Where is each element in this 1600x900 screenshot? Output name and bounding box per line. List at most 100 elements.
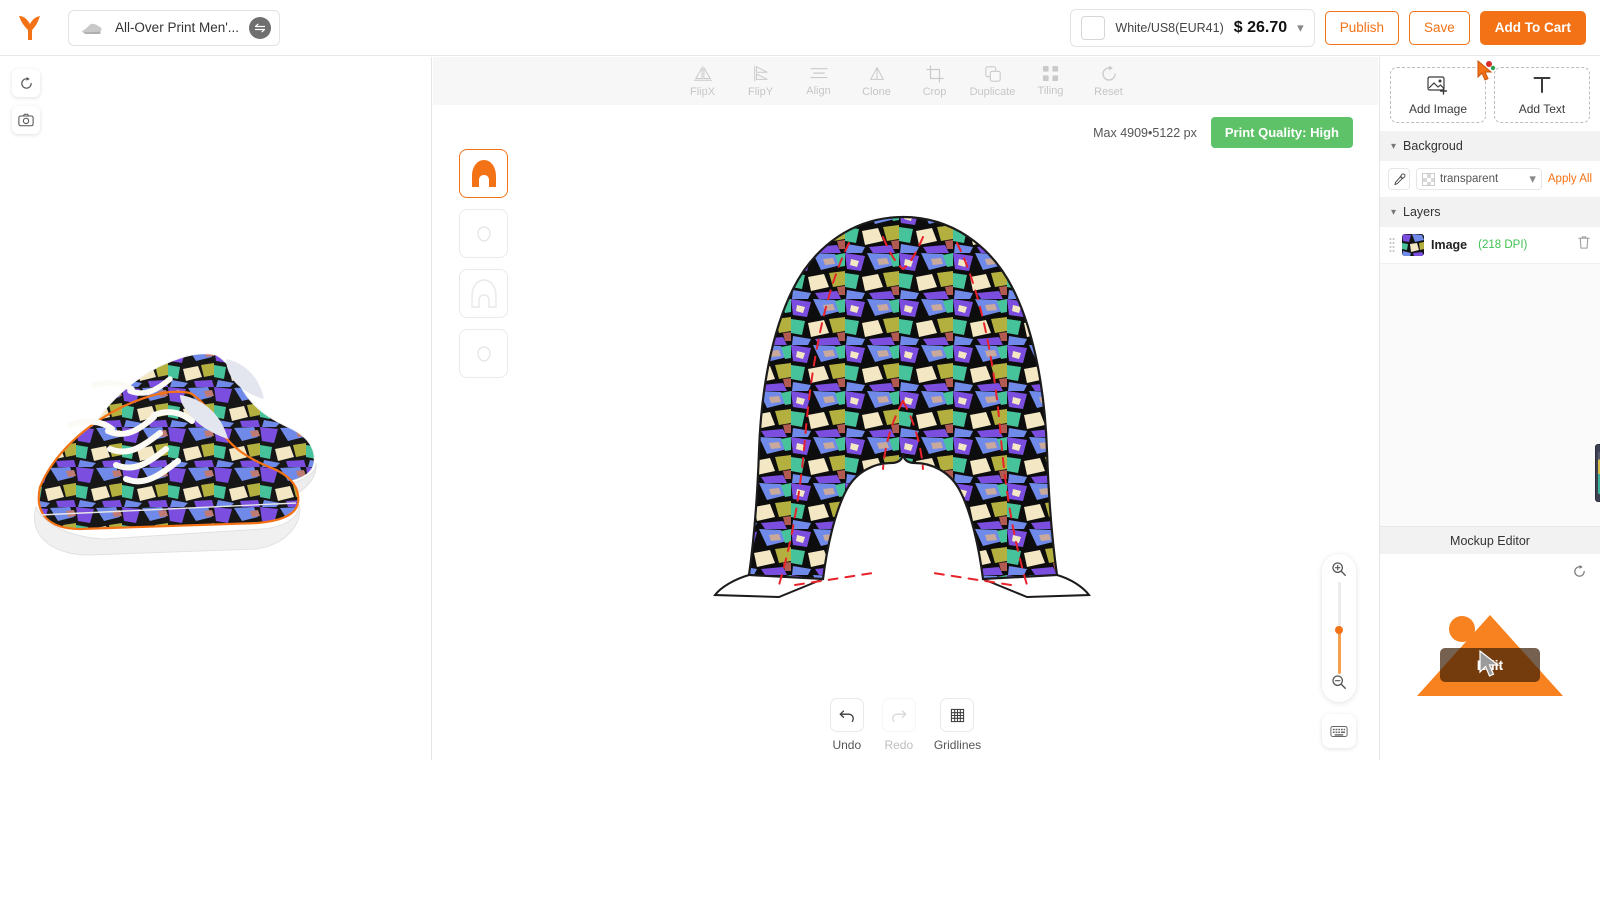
save-button[interactable]: Save xyxy=(1408,10,1470,45)
print-quality-row: Max 4909•5122 px Print Quality: High xyxy=(1093,117,1353,148)
add-text-icon xyxy=(1532,75,1552,100)
tool-crop[interactable]: Crop xyxy=(906,64,964,98)
mockup-editor-body: Edit xyxy=(1380,554,1600,760)
background-controls: transparent ▾ Apply All xyxy=(1380,161,1600,197)
tool-label: Align xyxy=(806,84,831,97)
keyboard-shortcuts-icon[interactable] xyxy=(1322,714,1356,748)
print-area-shoe-tongue-right[interactable] xyxy=(459,329,508,378)
redo-icon xyxy=(881,698,916,732)
tool-flipx[interactable]: FlipX xyxy=(674,65,732,98)
zoom-out-icon[interactable] xyxy=(1331,674,1347,695)
mockup-editor-header[interactable]: Mockup Editor xyxy=(1380,526,1600,554)
variant-name: White/US8(EUR41) xyxy=(1115,20,1224,35)
design-editor-app: All-Over Print Men'... White/US8(EUR41) … xyxy=(0,0,1600,900)
design-artwork[interactable] xyxy=(683,207,1123,627)
tool-label: Tiling xyxy=(1037,85,1064,97)
print-area-list xyxy=(459,149,508,378)
undo-icon xyxy=(829,698,864,732)
top-bar: All-Over Print Men'... White/US8(EUR41) … xyxy=(0,0,1600,56)
cursor-pointer-icon xyxy=(1478,649,1502,685)
chevron-down-icon: ▾ xyxy=(1297,19,1304,35)
add-element-row: Add Image Add Text xyxy=(1380,57,1600,131)
tool-label: Crop xyxy=(922,85,947,98)
trash-icon[interactable] xyxy=(1577,235,1591,255)
camera-snapshot-icon[interactable] xyxy=(12,106,40,134)
publish-button[interactable]: Publish xyxy=(1324,10,1399,45)
printify-logo-icon[interactable] xyxy=(14,11,48,45)
tool-flipy[interactable]: FlipY xyxy=(732,65,790,98)
eyedropper-icon[interactable] xyxy=(1388,168,1410,190)
add-image-label: Add Image xyxy=(1408,101,1468,116)
gridlines-button[interactable]: Gridlines xyxy=(934,698,981,752)
transparent-swatch xyxy=(1422,172,1435,186)
undo-button[interactable]: Undo xyxy=(829,698,864,752)
cursor-pointer-badge xyxy=(1475,59,1497,87)
layers-list-body xyxy=(1380,264,1600,526)
shoe-thumbnail-icon xyxy=(79,16,105,40)
undo-label: Undo xyxy=(832,738,862,752)
chevron-down-icon: ▾ xyxy=(1391,140,1397,152)
tool-tiling[interactable]: Tiling xyxy=(1022,65,1080,97)
background-section-header[interactable]: ▾ Backgroud xyxy=(1380,131,1600,161)
layer-name: Image xyxy=(1431,238,1468,252)
tool-label: FlipY xyxy=(747,85,774,98)
layer-thumbnail xyxy=(1402,234,1424,256)
preview-tools xyxy=(12,69,40,134)
tool-label: FlipX xyxy=(689,85,716,98)
max-pixels-label: Max 4909•5122 px xyxy=(1093,125,1197,140)
history-tools: Undo Redo Gridlines xyxy=(433,698,1378,752)
gridlines-icon xyxy=(940,698,975,732)
variant-price: $ 26.70 xyxy=(1233,18,1288,36)
chevron-down-icon: ▾ xyxy=(1529,171,1536,186)
add-text-button[interactable]: Add Text xyxy=(1494,67,1590,123)
background-section-title: Backgroud xyxy=(1403,139,1463,153)
zoom-control xyxy=(1322,554,1356,702)
tool-label: Clone xyxy=(862,85,891,98)
gridlines-label: Gridlines xyxy=(933,738,982,752)
tool-reset[interactable]: Reset xyxy=(1080,65,1138,98)
tool-align[interactable]: Align xyxy=(790,66,848,97)
zoom-slider[interactable] xyxy=(1335,582,1343,674)
variant-selector[interactable]: White/US8(EUR41) $ 26.70 ▾ xyxy=(1070,8,1315,47)
product-selector[interactable]: All-Over Print Men'... xyxy=(68,9,280,46)
zoom-slider-handle[interactable] xyxy=(1335,625,1343,634)
reset-rotate-icon[interactable] xyxy=(1572,564,1587,584)
print-area-shoe-upper-right[interactable] xyxy=(459,269,508,318)
drag-handle-icon[interactable] xyxy=(1389,237,1395,254)
background-color-select[interactable]: transparent ▾ xyxy=(1416,168,1542,190)
layers-section-title: Layers xyxy=(1403,205,1441,219)
add-image-button[interactable]: Add Image xyxy=(1390,67,1486,123)
tool-clone[interactable]: Clone xyxy=(848,65,906,98)
redo-label: Redo xyxy=(884,738,914,752)
tool-label: Reset xyxy=(1094,85,1123,98)
top-bar-actions: White/US8(EUR41) $ 26.70 ▾ Publish Save … xyxy=(1070,8,1600,47)
right-panel: Add Image Add Text ▾ Backgroud transpare… xyxy=(1379,57,1600,760)
redo-button[interactable]: Redo xyxy=(881,698,916,752)
chevron-down-icon: ▾ xyxy=(1391,206,1397,218)
add-to-cart-button[interactable]: Add To Cart xyxy=(1479,10,1586,45)
background-value: transparent xyxy=(1440,173,1499,185)
apply-all-button[interactable]: Apply All xyxy=(1548,173,1592,185)
zoom-slider-fill xyxy=(1337,631,1341,674)
zoom-in-icon[interactable] xyxy=(1331,561,1347,582)
print-quality-badge: Print Quality: High xyxy=(1210,117,1353,148)
layer-item[interactable]: Image (218 DPI) xyxy=(1380,227,1600,264)
tool-duplicate[interactable]: Duplicate xyxy=(964,65,1022,98)
rotate-preview-icon[interactable] xyxy=(12,69,40,97)
white-color-swatch xyxy=(1081,15,1106,40)
swap-product-icon[interactable] xyxy=(249,16,271,39)
add-image-icon xyxy=(1427,75,1449,100)
preview-pane xyxy=(0,57,432,760)
product-title: All-Over Print Men'... xyxy=(114,20,240,35)
edit-toolbar: FlipX FlipY Align Clone Crop Duplicate T… xyxy=(433,57,1378,105)
print-area-shoe-upper[interactable] xyxy=(459,149,508,198)
layer-dpi: (218 DPI) xyxy=(1478,239,1528,251)
add-text-label: Add Text xyxy=(1518,101,1566,116)
mockup-editor-title: Mockup Editor xyxy=(1450,533,1530,548)
layers-section-header[interactable]: ▾ Layers xyxy=(1380,197,1600,227)
design-canvas-pane: FlipX FlipY Align Clone Crop Duplicate T… xyxy=(433,57,1378,760)
tool-label: Duplicate xyxy=(969,85,1016,98)
print-area-shoe-tongue[interactable] xyxy=(459,209,508,258)
feedback-tab-icon[interactable] xyxy=(1595,444,1600,502)
shoe-preview-image xyxy=(30,267,400,557)
